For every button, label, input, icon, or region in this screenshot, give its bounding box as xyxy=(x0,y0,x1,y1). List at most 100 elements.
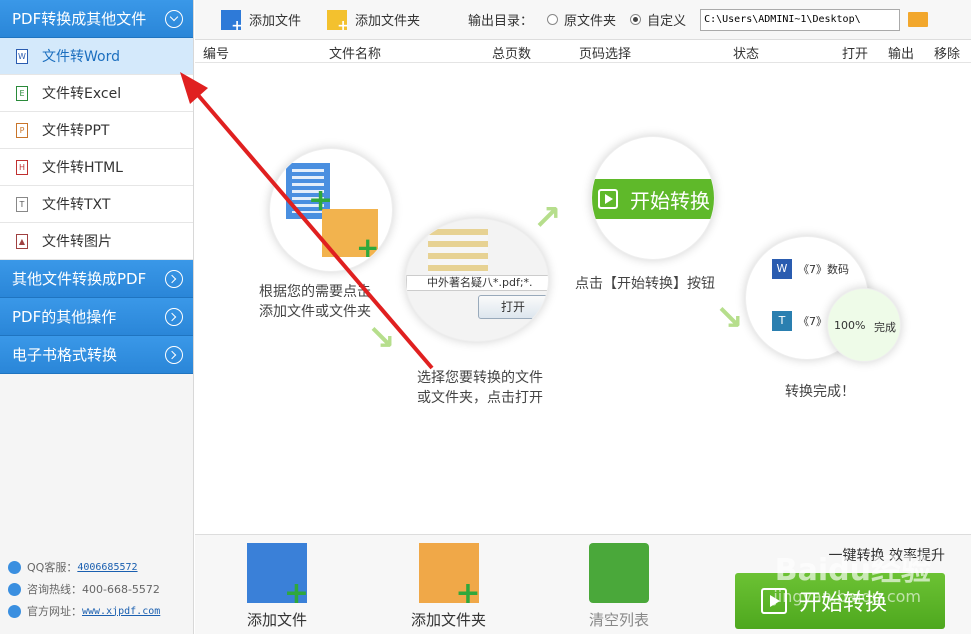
add-file-label: 添加文件 xyxy=(249,14,302,29)
play-icon xyxy=(761,588,787,614)
col-header: 文件名称 xyxy=(329,47,382,62)
group-ebook-convert[interactable]: 电子书格式转换 xyxy=(0,336,193,374)
sidebar-item-label: 文件转Word xyxy=(42,49,120,65)
ppt-file-icon: P xyxy=(16,122,28,138)
sidebar-item-label: 文件转图片 xyxy=(42,234,112,250)
group-pdf-to-other[interactable]: PDF转换成其他文件 xyxy=(0,0,193,38)
step1-circle: + + xyxy=(269,148,393,272)
hotline-value: 400-668-5572 xyxy=(82,582,160,596)
progress-value: 100% xyxy=(834,319,866,332)
radio-custom[interactable] xyxy=(630,14,642,25)
contact-info: QQ客服： 4006685572 咨询热线： 400-668-5572 官方网址… xyxy=(8,556,160,622)
result-item: 《7》 xyxy=(798,315,827,328)
toolbar: 添加文件 添加文件夹 输出目录： 原文件夹 自定义 xyxy=(195,0,971,40)
col-header: 移除 xyxy=(934,47,961,62)
bottom-add-file-label: 添加文件 xyxy=(247,611,308,629)
ie-icon xyxy=(8,604,21,618)
chevron-right-icon xyxy=(165,346,183,364)
sidebar-item-label: 文件转PPT xyxy=(42,123,110,139)
col-header: 总页数 xyxy=(492,47,532,62)
sidebar-item-to-ppt[interactable]: P 文件转PPT xyxy=(0,112,193,149)
qq-row: QQ客服： 4006685572 xyxy=(8,556,160,578)
step2-line2: 或文件夹，点击打开 xyxy=(417,390,543,406)
start-sample-label: 开始转换 xyxy=(630,188,710,213)
step3-text: 点击【开始转换】按钮 xyxy=(575,276,715,292)
bottom-add-folder-label: 添加文件夹 xyxy=(411,611,487,629)
radio-original-label: 原文件夹 xyxy=(564,14,617,29)
step2-circle: 中外著名疑八*.pdf;*. 打开 xyxy=(405,218,549,342)
step3-circle: 开始转换 xyxy=(591,136,715,260)
col-header: 编号 xyxy=(203,47,230,62)
output-path-input[interactable] xyxy=(700,8,901,31)
start-convert-sample: 开始转换 xyxy=(592,179,714,219)
sidebar-item-to-txt[interactable]: T 文件转TXT xyxy=(0,186,193,223)
qq-link[interactable]: 4006685572 xyxy=(77,562,137,573)
curved-arrow-icon: ↗ xyxy=(533,198,562,238)
add-folder-label: 添加文件夹 xyxy=(355,14,421,29)
step2-line1: 选择您要转换的文件 xyxy=(417,370,543,386)
curved-arrow-icon: ↘ xyxy=(715,298,744,338)
play-icon xyxy=(598,189,618,209)
clear-list-button[interactable]: 清空列表 xyxy=(589,543,649,630)
txt-file-icon: T xyxy=(16,196,28,212)
sidebar-item-to-html[interactable]: H 文件转HTML xyxy=(0,149,193,186)
open-button: 打开 xyxy=(478,295,548,319)
chevron-right-icon xyxy=(165,270,183,288)
add-folder-button[interactable]: 添加文件夹 xyxy=(327,9,421,34)
step1-text: 根据您的需要点击 添加文件或文件夹 xyxy=(259,282,371,322)
bottom-add-folder-button[interactable]: + 添加文件夹 xyxy=(411,543,486,630)
folder-list xyxy=(428,229,488,273)
radio-original[interactable] xyxy=(547,14,559,25)
html-file-icon: H xyxy=(16,159,28,175)
plus-icon: + xyxy=(356,231,380,264)
sidebar-item-label: 文件转Excel xyxy=(42,86,122,102)
file-name-value: 中外著名疑八*.pdf;*. xyxy=(427,276,533,289)
col-header: 状态 xyxy=(733,47,760,62)
curved-arrow-icon: ↘ xyxy=(367,318,396,358)
group-label: 其他文件转换成PDF xyxy=(12,270,147,288)
result-item: 《7》数码 xyxy=(798,263,849,276)
sidebar-item-label: 文件转HTML xyxy=(42,160,123,176)
sidebar-item-to-image[interactable]: ▲ 文件转图片 xyxy=(0,223,193,260)
open-button-label: 打开 xyxy=(500,300,525,314)
bottom-bar: + 添加文件 + 添加文件夹 清空列表 一键转换 效率提升 开始转换 Baidu… xyxy=(195,534,971,634)
phone-icon xyxy=(8,582,21,596)
group-label: 电子书格式转换 xyxy=(12,346,118,364)
step4-text: 转换完成！ xyxy=(785,384,855,400)
group-pdf-other-ops[interactable]: PDF的其他操作 xyxy=(0,298,193,336)
sidebar-item-to-excel[interactable]: E 文件转Excel xyxy=(0,75,193,112)
add-folder-icon: + xyxy=(418,543,481,611)
hotline-row: 咨询热线： 400-668-5572 xyxy=(8,578,160,600)
sidebar: PDF转换成其他文件 W 文件转Word E 文件转Excel P 文件转PPT… xyxy=(0,0,194,634)
broom-icon xyxy=(589,543,649,603)
radio-custom-label: 自定义 xyxy=(647,14,687,29)
add-file-icon: + xyxy=(247,543,309,611)
browse-folder-icon[interactable] xyxy=(908,12,929,27)
site-row: 官方网址： www.xjpdf.com xyxy=(8,600,160,622)
word-icon: W xyxy=(772,259,792,279)
site-label: 官方网址： xyxy=(27,605,82,618)
start-convert-button[interactable]: 开始转换 xyxy=(735,573,945,629)
efficiency-text: 一键转换 效率提升 xyxy=(828,548,945,564)
sidebar-item-to-word[interactable]: W 文件转Word xyxy=(0,38,193,75)
word-file-icon: W xyxy=(16,48,28,64)
step1-line2: 添加文件或文件夹 xyxy=(259,304,371,320)
file-name-field: 中外著名疑八*.pdf;*. xyxy=(406,275,548,291)
progress-circle: 100% 完成 xyxy=(827,288,901,362)
col-header: 输出 xyxy=(888,47,915,62)
group-label: PDF的其他操作 xyxy=(12,308,117,326)
group-other-to-pdf[interactable]: 其他文件转换成PDF xyxy=(0,260,193,298)
clear-list-label: 清空列表 xyxy=(589,611,650,629)
sidebar-item-label: 文件转TXT xyxy=(42,197,111,213)
group-label: PDF转换成其他文件 xyxy=(12,10,147,28)
site-link[interactable]: www.xjpdf.com xyxy=(82,606,160,617)
col-header: 页码选择 xyxy=(579,47,632,62)
bottom-add-file-button[interactable]: + 添加文件 xyxy=(247,543,309,630)
image-file-icon: ▲ xyxy=(16,233,28,249)
hotline-label: 咨询热线： xyxy=(27,583,82,596)
add-file-icon xyxy=(221,9,243,34)
add-file-button[interactable]: 添加文件 xyxy=(221,9,302,34)
excel-file-icon: E xyxy=(16,85,28,101)
sub-list: W 文件转Word E 文件转Excel P 文件转PPT H 文件转HTML … xyxy=(0,38,193,260)
qq-label: QQ客服： xyxy=(27,561,78,574)
